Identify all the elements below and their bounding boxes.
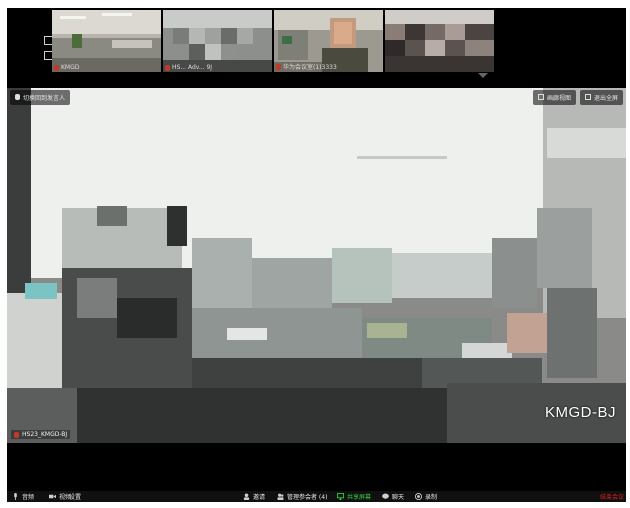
record-label: 录制 [425,494,438,501]
grid-icon [537,94,544,100]
record-button[interactable]: 录制 [415,492,437,501]
exit-fullscreen-label: 退出全屏 [593,94,618,102]
invite-label: 邀请 [253,494,266,501]
thumbnail-video [163,10,272,72]
participant-thumbnail[interactable]: KMGD [52,10,161,72]
thumbnail-label: HS... Adv... 9J [165,64,212,71]
video-button[interactable]: 视频 [49,492,71,501]
camera-icon [49,494,56,499]
share-screen-label: 共享屏幕 [347,494,372,501]
invite-button[interactable]: 邀请 [243,492,265,501]
chat-icon [382,493,389,499]
thumbnail-strip: KMGD HS... Adv... 9J 华为会议室(1)3333 [7,8,626,84]
exit-fullscreen-button[interactable]: 退出全屏 [579,89,623,105]
meeting-toolbar: 音频 视频 设置 邀请 管理参会者 (4) 共享屏幕 聊天 录制 结束会议 [7,491,626,502]
mic-icon [14,431,19,438]
participants-label: 管理参会者 (4) [287,494,328,501]
person-add-icon [243,493,250,500]
audio-button[interactable]: 音频 [12,492,34,501]
main-video: 切换回到发言人 画廊视图 退出全屏 KMGD-BJ HS23_KMGD-BJ [7,88,626,443]
share-screen-icon [337,493,344,500]
audio-label: 音频 [22,494,35,501]
gallery-view-button[interactable]: 画廊视图 [532,89,576,105]
participant-thumbnail[interactable]: HS... Adv... 9J [163,10,272,72]
switch-speaker-label: 切换回到发言人 [23,94,66,102]
participant-name: KMGD [61,64,80,71]
thumbnail-video [52,10,161,72]
record-icon [415,493,422,500]
active-speaker-label: HS23_KMGD-BJ [11,430,71,439]
strip-scroll-indicator[interactable] [478,73,488,78]
collapse-icon [584,94,591,100]
site-name-overlay: KMGD-BJ [545,404,616,421]
participants-button[interactable]: 管理参会者 (4) [277,492,327,501]
end-meeting-button[interactable]: 结束会议 [600,492,624,501]
thumbnail-label: 华为会议室(1)3333 [276,62,337,71]
gallery-view-label: 画廊视图 [546,94,571,102]
speaker-name: HS23_KMGD-BJ [22,431,68,438]
thumbnail-video [385,10,494,72]
thumbnail-label: KMGD [54,64,79,71]
share-screen-button[interactable]: 共享屏幕 [337,492,371,501]
main-video-feed [7,88,626,443]
participant-thumbnail[interactable]: 华为会议室(1)3333 [274,10,383,72]
chat-button[interactable]: 聊天 [382,492,404,501]
participant-thumbnail[interactable] [385,10,494,72]
mic-icon [54,64,59,71]
switch-speaker-button[interactable]: 切换回到发言人 [10,89,71,105]
participant-name: HS... Adv... 9J [172,64,213,71]
mic-icon [15,94,20,100]
settings-button[interactable]: 设置 [69,492,81,501]
mic-icon [276,63,281,70]
settings-label: 设置 [69,494,82,501]
mic-icon [165,64,170,71]
chat-label: 聊天 [392,494,405,501]
microphone-icon [14,493,17,500]
participants-icon [277,493,284,500]
participant-name: 华为会议室(1)3333 [283,64,337,71]
meeting-window: KMGD HS... Adv... 9J 华为会议室(1)3333 切换回到发言… [7,8,626,502]
